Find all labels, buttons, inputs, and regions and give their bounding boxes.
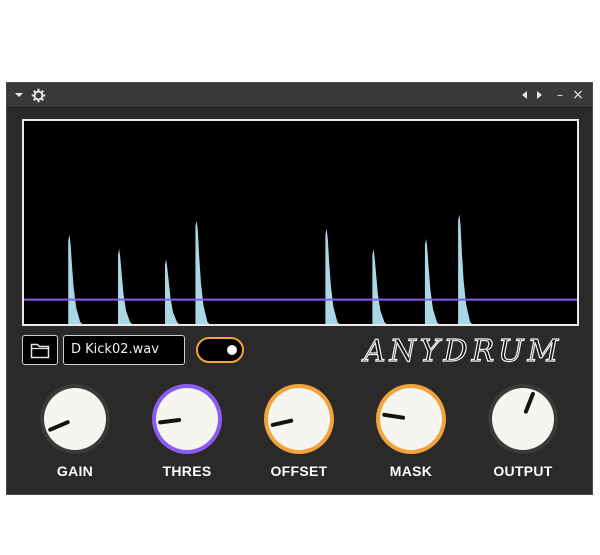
- knob-dial[interactable]: [259, 379, 339, 459]
- knob-label: OFFSET: [270, 463, 328, 479]
- folder-icon: [30, 343, 50, 358]
- knob-label: MASK: [389, 463, 433, 479]
- knob-face: [492, 388, 554, 450]
- knob-dial[interactable]: [35, 379, 115, 459]
- knob-pointer: [158, 418, 182, 425]
- toggle-knob: [227, 345, 237, 355]
- enable-toggle[interactable]: [196, 337, 244, 363]
- waveform-peak: [195, 220, 210, 324]
- waveform-display[interactable]: [22, 119, 579, 326]
- knob-output[interactable]: OUTPUT: [483, 379, 563, 479]
- triangle-left-icon[interactable]: [518, 86, 530, 104]
- knob-dial[interactable]: [147, 379, 227, 459]
- knob-label: THRES: [162, 463, 212, 479]
- waveform-peak: [458, 214, 473, 324]
- knob-offset[interactable]: OFFSET: [259, 379, 339, 479]
- knob-label: GAIN: [56, 463, 94, 479]
- knob-face: [44, 388, 106, 450]
- minimize-button[interactable]: –: [553, 86, 567, 104]
- gear-icon[interactable]: [29, 86, 47, 104]
- plugin-window: – × D Kick02.wav ANYDRUM GAIN THRES OFFSET…: [6, 82, 593, 495]
- waveform-peak: [424, 238, 439, 324]
- waveform-peak: [372, 248, 387, 324]
- anydrum-logo: ANYDRUM: [360, 333, 562, 369]
- browse-button[interactable]: [22, 335, 58, 365]
- waveform-graph: [24, 214, 577, 324]
- knob-thres[interactable]: THRES: [147, 379, 227, 479]
- sample-filename-field[interactable]: D Kick02.wav: [63, 335, 185, 365]
- knob-gain[interactable]: GAIN: [35, 379, 115, 479]
- close-button[interactable]: ×: [571, 86, 585, 104]
- knob-dial[interactable]: [483, 379, 563, 459]
- knob-face: [156, 388, 218, 450]
- knob-face: [268, 388, 330, 450]
- waveform-peak: [325, 228, 340, 324]
- knob-mask[interactable]: MASK: [371, 379, 451, 479]
- knob-dial[interactable]: [371, 379, 451, 459]
- waveform-peak: [118, 248, 133, 324]
- waveform-peak: [68, 234, 83, 324]
- title-bar: – ×: [7, 83, 592, 108]
- waveform-peak: [165, 259, 180, 324]
- logo-text: ANYDRUM: [361, 334, 562, 369]
- knob-label: OUTPUT: [493, 463, 553, 479]
- triangle-right-icon[interactable]: [533, 86, 545, 104]
- chevron-down-icon[interactable]: [11, 86, 27, 104]
- knob-face: [380, 388, 442, 450]
